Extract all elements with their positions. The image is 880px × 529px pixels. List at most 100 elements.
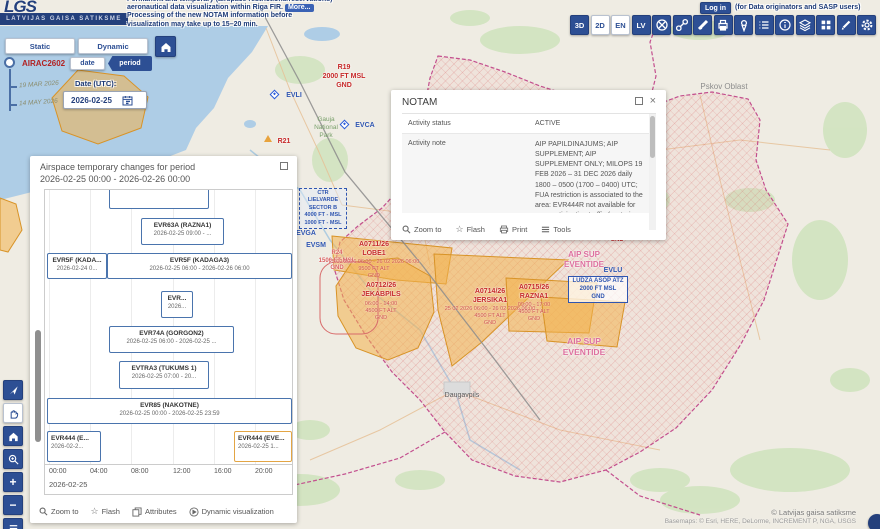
- banner-line3: Processing of the new NOTAM information …: [127, 12, 293, 20]
- airac-tick: [9, 104, 17, 106]
- axis-tick: 16:00: [214, 468, 232, 475]
- changes-flash-button[interactable]: ☆ Flash: [91, 506, 120, 517]
- apps-grid-icon[interactable]: [816, 15, 835, 35]
- axis-tick: 00:00: [49, 468, 67, 475]
- notam-table: Activity status ACTIVE Activity note AIP…: [402, 113, 656, 213]
- period-mode-button[interactable]: period: [108, 56, 152, 71]
- close-icon[interactable]: ×: [650, 96, 656, 107]
- notam-title: NOTAM: [402, 97, 438, 108]
- area-time: 2026-02-25 00:00 - 2026-02-25 23:59: [119, 411, 220, 417]
- axis-tick: 04:00: [90, 468, 108, 475]
- play-icon: [189, 506, 199, 517]
- view-2d-button[interactable]: 2D: [590, 15, 610, 35]
- axis-date: 2026-02-25: [49, 480, 88, 489]
- printer-icon: [499, 225, 509, 234]
- locate-arrow-button[interactable]: [3, 380, 23, 400]
- gantt-item[interactable]: 2026-02-25 07:00 - 20...: [109, 190, 209, 209]
- changes-title: Airspace temporary changes for period: [40, 162, 196, 172]
- axis-tick: 08:00: [131, 468, 149, 475]
- attribution-line1: © Latvijas gaisa satiksme: [771, 508, 856, 517]
- changes-scrollbar-thumb[interactable]: [35, 330, 41, 442]
- table-row: Activity status ACTIVE: [402, 114, 656, 134]
- notam-tools-button[interactable]: Tools: [541, 225, 571, 234]
- area-time: 2026-02-25 1...: [238, 444, 279, 450]
- pan-hand-button[interactable]: [3, 403, 23, 423]
- area-time: 2026...: [167, 304, 187, 310]
- login-button[interactable]: Log in: [700, 2, 731, 14]
- circle-cross-icon[interactable]: [652, 15, 671, 35]
- measure-icon[interactable]: [693, 15, 712, 35]
- print-icon[interactable]: [713, 15, 733, 35]
- gantt-item[interactable]: EVR63A (RAZNA1) 2026-02-25 09:00 - ...: [141, 218, 224, 245]
- scrollbar-thumb[interactable]: [650, 116, 655, 158]
- tab-dynamic[interactable]: Dynamic: [78, 38, 148, 54]
- location-pin-icon[interactable]: [734, 15, 753, 35]
- magnifier-icon: [402, 225, 411, 234]
- maximize-icon[interactable]: [280, 162, 288, 170]
- gantt-chart: 2026-02-25 07:00 - 20... EVR63A (RAZNA1)…: [44, 189, 293, 465]
- settings-gear-icon[interactable]: [857, 15, 876, 35]
- lgs-logo-text: LGS: [4, 0, 37, 16]
- airspace-changes-panel: Airspace temporary changes for period 20…: [30, 156, 297, 523]
- lgs-logo: LGS LATVIJAS GAISA SATIKSME: [0, 0, 128, 25]
- gantt-item[interactable]: EVR5F (KADA... 2026-02-24 0...: [47, 253, 107, 279]
- gantt-item[interactable]: EVR74A (GORGON2) 2026-02-25 06:00 - 2026…: [109, 326, 234, 353]
- lang-en-button[interactable]: EN: [611, 15, 630, 35]
- notam-flash-button[interactable]: ☆ Flash: [456, 224, 485, 235]
- date-mode-button[interactable]: date: [70, 57, 105, 70]
- login-note: (for Data originators and SASP users): [735, 4, 861, 11]
- calendar-icon[interactable]: [122, 95, 133, 106]
- notam-status-label: Activity status: [408, 120, 451, 127]
- date-input[interactable]: [64, 94, 122, 106]
- gantt-item[interactable]: EVR... 2026...: [161, 291, 193, 318]
- top-toolbar: 3D 2D EN LV: [570, 15, 876, 35]
- app-window: R19 2000 FT MSL GND R21 R24 1500 FT MSL …: [0, 0, 880, 529]
- mode-tabs: Static Dynamic: [5, 36, 176, 57]
- locate-arrow-icon: [9, 385, 18, 395]
- zoom-in-button[interactable]: +: [3, 472, 23, 492]
- area-name: EVTRA3 (TUKUMS 1): [131, 365, 197, 372]
- zoom-out-button[interactable]: −: [3, 495, 23, 515]
- zoom-box-button[interactable]: [3, 449, 23, 469]
- gantt-item[interactable]: EVTRA3 (TUKUMS 1) 2026-02-25 07:00 - 20.…: [119, 361, 209, 389]
- gantt-item[interactable]: EVR444 (EVE... 2026-02-25 1...: [234, 431, 292, 462]
- info-icon[interactable]: [775, 15, 794, 35]
- area-name: EVR74A (GORGON2): [139, 330, 204, 337]
- time-axis: 00:00 04:00 08:00 12:00 16:00 20:00 2026…: [44, 465, 293, 495]
- area-time: 2026-02-25 09:00 - ...: [153, 231, 212, 237]
- edit-pencil-icon[interactable]: [836, 15, 856, 35]
- notam-note-label: Activity note: [408, 140, 446, 147]
- area-name: EVR63A (RAZNA1): [153, 222, 212, 229]
- changes-attributes-button[interactable]: Attributes: [132, 506, 177, 517]
- area-name: EVR444 (E...: [51, 435, 89, 442]
- tools-list-icon: [542, 226, 550, 233]
- city-area: [443, 381, 471, 395]
- menu-bars-icon: [9, 524, 17, 529]
- airac-cycle-node[interactable]: [4, 57, 15, 68]
- extra-tool-button[interactable]: [3, 518, 23, 529]
- area-name: EVR85 (NAKOTNE): [140, 402, 199, 409]
- gantt-item[interactable]: EVR85 (NAKOTNE) 2026-02-25 00:00 - 2026-…: [47, 398, 292, 424]
- notam-popup: NOTAM × Activity status ACTIVE Activity …: [391, 90, 666, 240]
- home-button[interactable]: [155, 36, 176, 57]
- area-time: 2026-02-25 07:00 - 20...: [131, 374, 197, 380]
- link-icon[interactable]: [672, 15, 692, 35]
- changes-zoom-to-button[interactable]: Zoom to: [39, 507, 79, 516]
- legend-list-icon[interactable]: [754, 15, 774, 35]
- banner-line4: visualization may take up to 15–20 min.: [127, 20, 258, 28]
- home-extent-button[interactable]: [3, 426, 23, 446]
- notam-print-button[interactable]: Print: [499, 225, 527, 234]
- gantt-item[interactable]: EVR5F (KADAGA3) 2026-02-25 06:00 - 2026-…: [107, 253, 292, 279]
- date-utc-label: Date (UTC):: [75, 79, 117, 88]
- date-picker: [63, 91, 147, 109]
- gantt-item[interactable]: EVR444 (E... 2026-02-2...: [47, 431, 101, 462]
- tab-static[interactable]: Static: [5, 38, 75, 54]
- dynamic-visualization-button[interactable]: Dynamic visualization: [189, 506, 274, 517]
- table-row: Activity note AIP PAPILDINAJUMS; AIP SUP…: [402, 134, 656, 213]
- layers-icon[interactable]: [795, 15, 815, 35]
- view-3d-button[interactable]: 3D: [570, 15, 589, 35]
- notam-zoom-to-button[interactable]: Zoom to: [402, 225, 442, 234]
- maximize-icon[interactable]: [634, 97, 643, 105]
- feedback-button[interactable]: [868, 514, 880, 529]
- lang-lv-button[interactable]: LV: [631, 15, 651, 35]
